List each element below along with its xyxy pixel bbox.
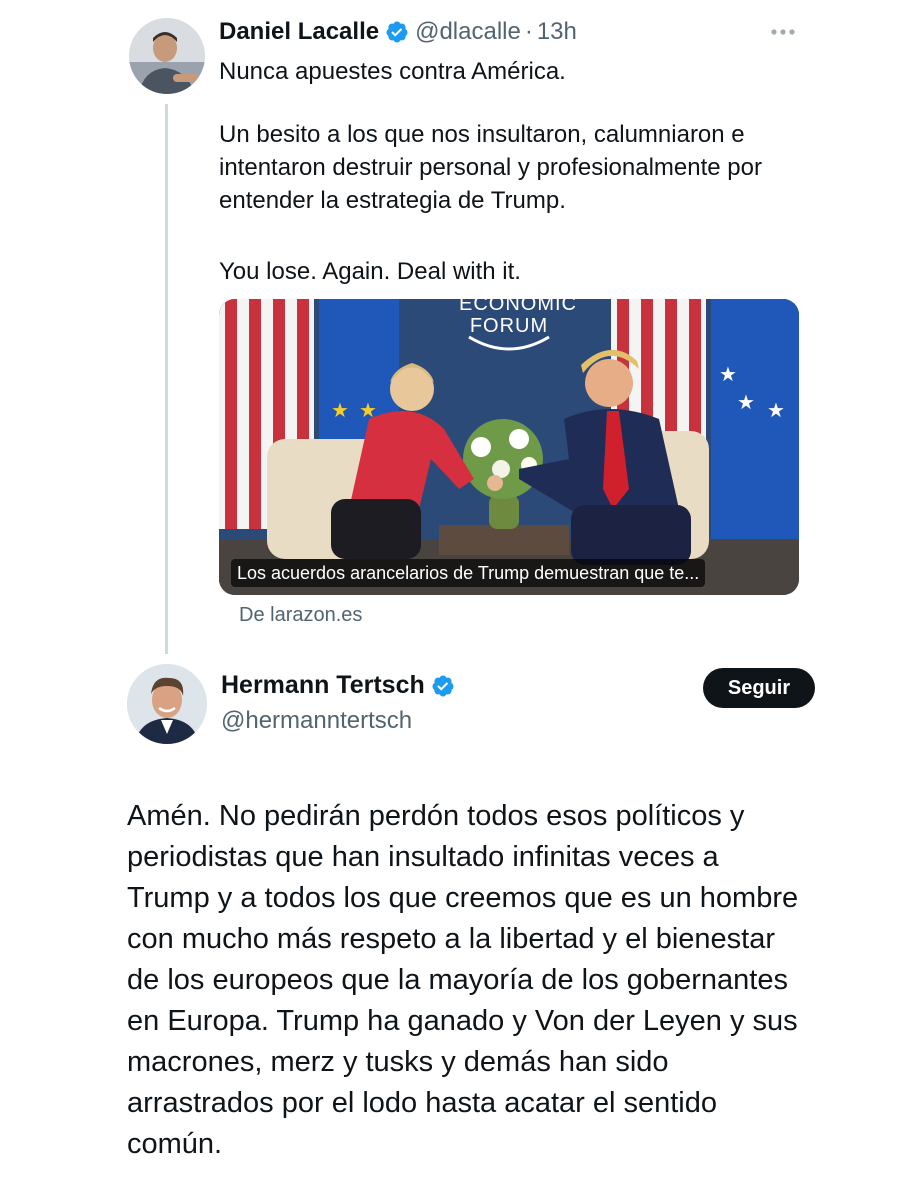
svg-text:★: ★ [719,364,737,386]
follow-button[interactable]: Seguir [703,668,815,708]
tweet-header: Daniel Lacalle @dlacalle · 13h [219,16,577,48]
image-overlay-text-forum: FORUM [469,315,549,337]
avatar-hermann-tertsch[interactable] [127,664,207,744]
avatar-photo-icon [127,664,207,744]
tweet-text-paragraph-3: You lose. Again. Deal with it. [219,258,521,285]
avatar-photo-icon [129,18,205,94]
quote-tweet-text: Amén. No pedirán perdón todos esos polít… [127,800,799,1160]
article-photo-image: ★ ★ ★ ★ ★ [219,299,799,595]
author-name[interactable]: Daniel Lacalle [219,18,379,46]
svg-text:★: ★ [737,392,755,414]
quote-author-header: Hermann Tertsch [221,671,461,700]
link-preview-card[interactable]: ★ ★ ★ ★ ★ ECONOMIC FORUM Los acuerdos ar… [219,299,799,595]
card-title[interactable]: Los acuerdos arancelarios de Trump demue… [231,559,706,587]
svg-text:★: ★ [767,400,785,422]
more-options-icon[interactable] [768,22,798,42]
tweet-timestamp[interactable]: 13h [537,18,577,46]
quote-author-handle[interactable]: @hermanntertsch [221,707,412,735]
svg-text:★: ★ [331,400,349,422]
separator-dot: · [524,18,533,45]
thread-connector-line [165,104,168,654]
verified-badge-icon [431,674,455,698]
tweet-text-paragraph-2: Un besito a los que nos insultaron, calu… [219,121,762,214]
avatar-daniel-lacalle[interactable] [129,18,205,94]
card-source-domain[interactable]: De larazon.es [239,604,362,627]
image-overlay-text-economic: ECONOMIC [459,299,577,315]
tweet-text-line-1: Nunca apuestes contra América. [219,58,566,85]
quote-author-name[interactable]: Hermann Tertsch [221,671,425,700]
verified-badge-icon [385,20,409,44]
author-handle[interactable]: @dlacalle [415,18,521,46]
